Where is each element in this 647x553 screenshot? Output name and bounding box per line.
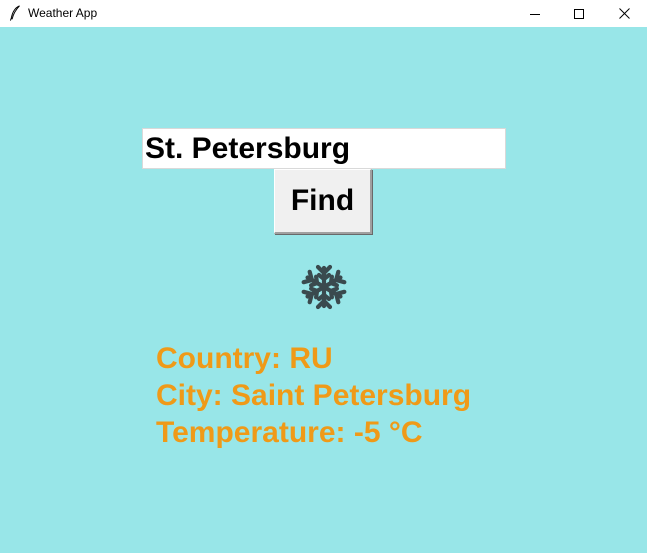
- country-label: Country: RU: [156, 342, 333, 375]
- city-search-input[interactable]: [142, 128, 506, 169]
- maximize-button[interactable]: [556, 0, 602, 27]
- close-button[interactable]: [601, 0, 647, 27]
- feather-icon: [9, 5, 20, 21]
- main-panel: Find Country: RU City: Saint Petersburg …: [0, 27, 647, 553]
- minimize-button[interactable]: [512, 0, 558, 27]
- maximize-icon: [574, 8, 584, 19]
- close-icon: [618, 8, 630, 19]
- minimize-icon: [530, 13, 540, 15]
- window-title: Weather App: [28, 6, 98, 20]
- snowflake-icon: [300, 264, 348, 311]
- temperature-label: Temperature: -5 °C: [156, 416, 423, 449]
- title-bar[interactable]: Weather App: [0, 0, 647, 27]
- city-label: City: Saint Petersburg: [156, 379, 472, 412]
- find-button[interactable]: Find: [274, 169, 372, 234]
